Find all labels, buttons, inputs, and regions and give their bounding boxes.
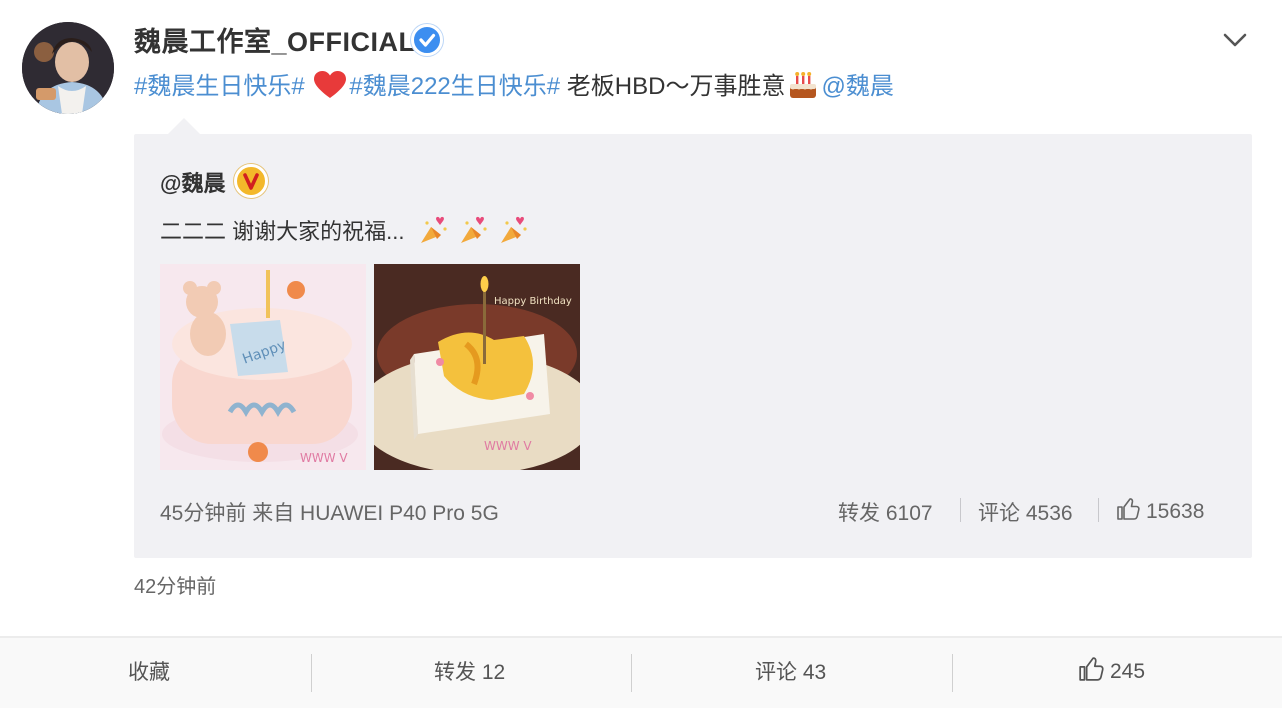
post-time[interactable]: 42分钟前 [134, 570, 216, 599]
hashtag-link[interactable]: #魏晨生日快乐# [134, 73, 305, 100]
repost-forward-count[interactable]: 转发 6107 [838, 497, 933, 527]
repost-like-button[interactable]: 15638 [1116, 497, 1204, 524]
divider [960, 498, 961, 522]
verified-gold-badge-icon [234, 164, 268, 198]
repost-text: 二二二 谢谢大家的祝福... [160, 213, 531, 247]
like-count: 245 [1110, 660, 1146, 683]
heart-icon [313, 71, 347, 99]
cheer-icon [417, 213, 451, 247]
thumbs-up-icon [1078, 656, 1104, 682]
cake-photo-candle[interactable]: Happy Birthday WWW V [374, 264, 580, 470]
cake-photo-bear[interactable]: Happy WWW V [160, 264, 366, 470]
post-text: #魏晨生日快乐# #魏晨222生日快乐# 老板HBD～万事胜意 @魏晨 [134, 70, 894, 104]
post-username[interactable]: 魏晨工作室_OFFICIAL [134, 20, 416, 59]
post-body-text: 老板HBD～万事胜意 [560, 73, 786, 100]
mention-link[interactable]: @魏晨 [821, 73, 893, 100]
divider [1098, 498, 1099, 522]
repost-username[interactable]: @魏晨 [160, 166, 225, 198]
divider [311, 654, 312, 692]
comment-button[interactable]: 评论 43 [755, 656, 826, 686]
favorite-button[interactable]: 收藏 [128, 656, 170, 686]
forward-button[interactable]: 转发 12 [434, 656, 505, 686]
svg-text:WWW V: WWW V [300, 451, 348, 465]
repost-pointer [168, 118, 200, 134]
bottom-strip [0, 708, 1282, 716]
weibo-post-card: 魏晨工作室_OFFICIAL #魏晨生日快乐# #魏晨222生日快乐# 老板HB… [0, 0, 1282, 716]
repost-comment-count[interactable]: 评论 4536 [978, 497, 1073, 527]
repost-meta: 45分钟前 来自 HUAWEI P40 Pro 5G [160, 502, 499, 525]
like-button[interactable]: 245 [1078, 656, 1145, 684]
hashtag-link[interactable]: #魏晨222生日快乐# [349, 73, 560, 100]
cheer-icon [497, 213, 531, 247]
divider [631, 654, 632, 692]
verified-badge-icon [411, 24, 443, 56]
user-avatar[interactable] [22, 22, 114, 114]
chevron-down-icon[interactable] [1219, 26, 1251, 54]
repost-body-text: 二二二 谢谢大家的祝福... [160, 219, 405, 244]
birthday-cake-icon [787, 70, 819, 100]
repost-like-count: 15638 [1146, 500, 1205, 523]
svg-text:Happy Birthday: Happy Birthday [494, 296, 572, 307]
divider [952, 654, 953, 692]
cheer-icon [457, 213, 491, 247]
thumbs-up-icon [1116, 497, 1140, 521]
svg-text:WWW V: WWW V [484, 439, 532, 453]
